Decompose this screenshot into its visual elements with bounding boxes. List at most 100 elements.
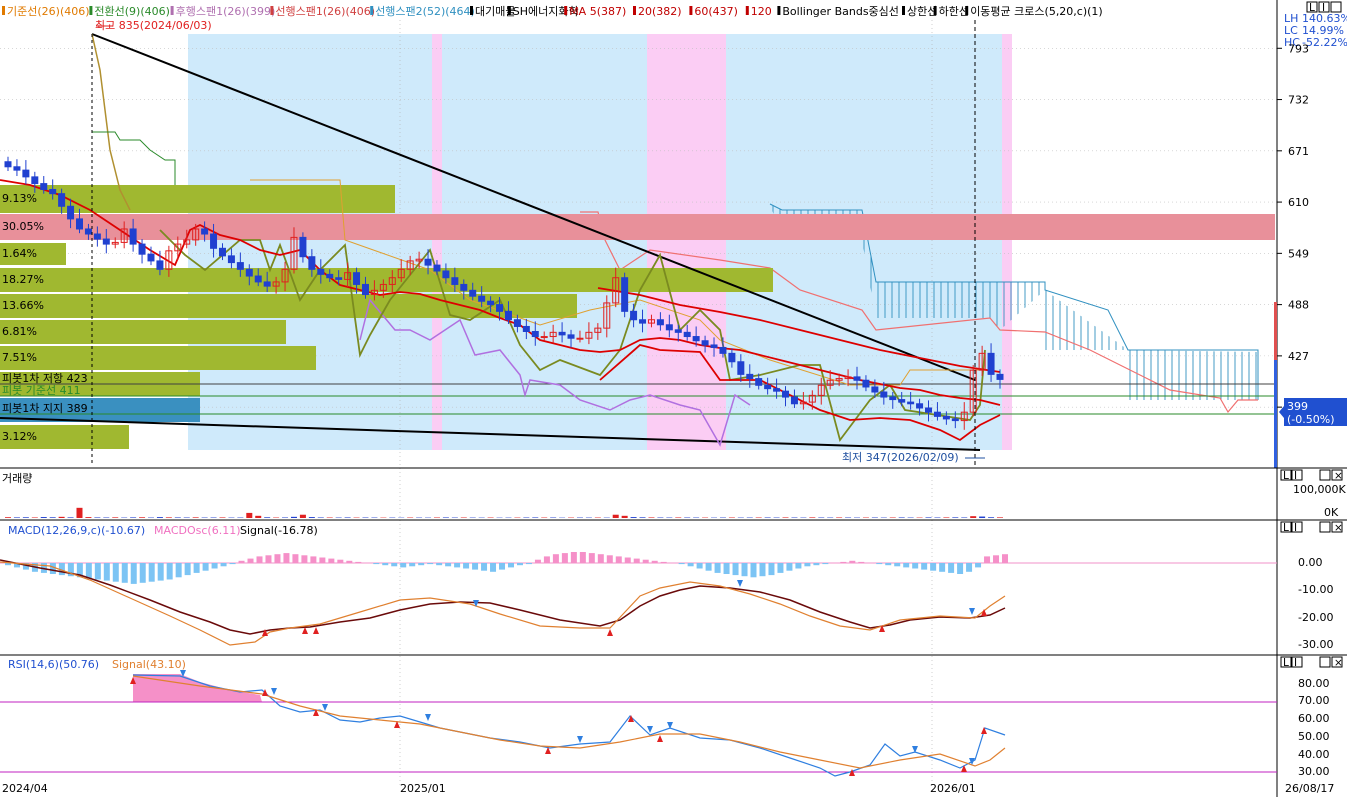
legend-item-13: 하한선 — [939, 4, 969, 18]
candle-body-64 — [577, 338, 583, 339]
rsi-cross-down-16 — [667, 722, 673, 729]
candle-body-16 — [148, 254, 154, 261]
candle-body-4 — [41, 184, 47, 190]
candle-body-77 — [693, 337, 699, 341]
volume-bar-29 — [264, 517, 270, 518]
vp-bar-7 — [0, 346, 316, 370]
vp-label-2: 1.64% — [2, 247, 37, 260]
candle-body-71 — [640, 320, 646, 323]
candle-body-11 — [103, 239, 109, 244]
macd-osc-bar-58 — [526, 563, 532, 564]
macd-osc-bar-64 — [580, 552, 586, 563]
macd-osc-bar-107 — [966, 563, 972, 572]
legend-swatch-7 — [564, 6, 567, 15]
current-price-change: (-0.50%) — [1287, 413, 1335, 426]
macd-osc-bar-76 — [688, 563, 694, 566]
rsi-cross-down-15 — [647, 726, 653, 733]
macd-osc-bar-55 — [499, 563, 505, 570]
candle-body-29 — [264, 282, 270, 286]
legend-swatch-1 — [89, 6, 92, 15]
macd-osc-bar-104 — [939, 563, 945, 572]
rsi-tick-5: 30.00 — [1298, 765, 1330, 778]
panel-buttons-main[interactable]: L I — [1307, 2, 1341, 14]
rsi-line — [133, 675, 1005, 776]
x-label-2025-01: 2025/01 — [400, 782, 446, 795]
macd-osc-bar-75 — [679, 563, 685, 564]
macd-osc-bar-70 — [634, 559, 640, 563]
macd-cross-down-6 — [473, 600, 479, 607]
macd-osc-bar-26 — [239, 561, 245, 563]
pivot-support-label: 피봇1차 지지 389 — [2, 402, 88, 415]
macd-osc-bar-40 — [364, 563, 370, 564]
volume-tick-top: 100,000K — [1293, 483, 1346, 496]
macd-panel-button-max[interactable] — [1320, 522, 1330, 532]
rsi-tick-0: 80.00 — [1298, 677, 1330, 690]
volume-bar-19 — [175, 517, 181, 518]
volume-bar-21 — [193, 517, 199, 518]
shade-blue-2 — [442, 34, 647, 450]
candle-body-48 — [434, 265, 440, 271]
rsi-cross-down-11 — [271, 688, 277, 695]
rsi-panel-button-glyph-I: I — [1294, 657, 1297, 669]
candle-body-50 — [452, 278, 458, 285]
macd-osc-bar-93 — [840, 562, 846, 563]
volume-panel-button-max[interactable] — [1320, 470, 1330, 480]
vp-label-0: 9.13% — [2, 192, 37, 205]
volume-bar-111 — [997, 517, 1003, 518]
volume-bar-31 — [282, 517, 288, 518]
candle-body-99 — [890, 397, 896, 400]
current-price-pointer — [1279, 406, 1284, 418]
shade-pink-1 — [432, 34, 442, 450]
volume-panel-button-glyph-L: L — [1283, 470, 1289, 482]
macd-osc-bar-91 — [822, 563, 828, 564]
candle-body-9 — [85, 229, 91, 234]
vp-bar-2 — [0, 214, 1275, 240]
rsi-title-signal: Signal(43.10) — [112, 658, 186, 671]
macd-osc-bar-108 — [975, 563, 981, 567]
volume-bar-90 — [809, 517, 815, 518]
macd-osc-bar-69 — [625, 558, 631, 564]
candle-body-58 — [523, 326, 529, 331]
kijun-line — [92, 34, 130, 210]
candle-body-82 — [738, 362, 744, 375]
volume-bar-68 — [613, 515, 619, 518]
volume-bar-32 — [291, 517, 297, 518]
macd-osc-bar-62 — [562, 553, 568, 563]
legend-swatch-6 — [508, 6, 511, 15]
candle-body-105 — [943, 416, 949, 419]
button-box[interactable] — [1331, 2, 1341, 12]
candle-body-62 — [559, 332, 565, 335]
macd-osc-bar-44 — [400, 563, 406, 567]
macd-osc-bar-35 — [319, 558, 325, 564]
rsi-panel-button-max[interactable] — [1320, 657, 1330, 667]
candle-body-63 — [568, 335, 574, 338]
volume-bar-103 — [926, 517, 932, 518]
candle-body-86 — [774, 389, 780, 392]
macd-osc-bar-84 — [759, 563, 765, 576]
macd-osc-bar-83 — [751, 563, 757, 577]
chart-canvas[interactable]: 9.13%30.05%1.64%18.27%13.66%6.81%7.51%3.… — [0, 0, 1347, 797]
macd-osc-bar-38 — [346, 561, 352, 563]
candle-body-0 — [5, 162, 11, 167]
volume-panel-button-close-glyph: × — [1334, 470, 1343, 482]
volume-bar-75 — [675, 517, 681, 518]
macd-osc-bar-56 — [508, 563, 514, 567]
candle-body-51 — [461, 284, 467, 290]
macd-panel-button-glyph-L: L — [1283, 522, 1289, 534]
vp-label-7: 3.12% — [2, 430, 37, 443]
macd-osc-bar-20 — [185, 563, 191, 575]
candle-body-60 — [541, 337, 547, 338]
macd-osc-bar-74 — [670, 563, 676, 564]
candle-body-5 — [50, 189, 56, 193]
candle-body-75 — [675, 330, 681, 333]
macd-osc-bar-32 — [292, 554, 298, 563]
candle-body-81 — [729, 353, 735, 361]
price-tick-3: 610 — [1288, 196, 1309, 209]
candle-body-25 — [228, 256, 234, 263]
annotation-low-label: 최저 347(2026/02/09) — [842, 451, 959, 464]
macd-osc-bar-109 — [984, 556, 990, 563]
macd-osc-bar-47 — [427, 563, 433, 564]
volume-bar-12 — [112, 517, 118, 518]
candle-body-84 — [756, 379, 762, 386]
button-l-glyph: L — [1309, 2, 1315, 14]
